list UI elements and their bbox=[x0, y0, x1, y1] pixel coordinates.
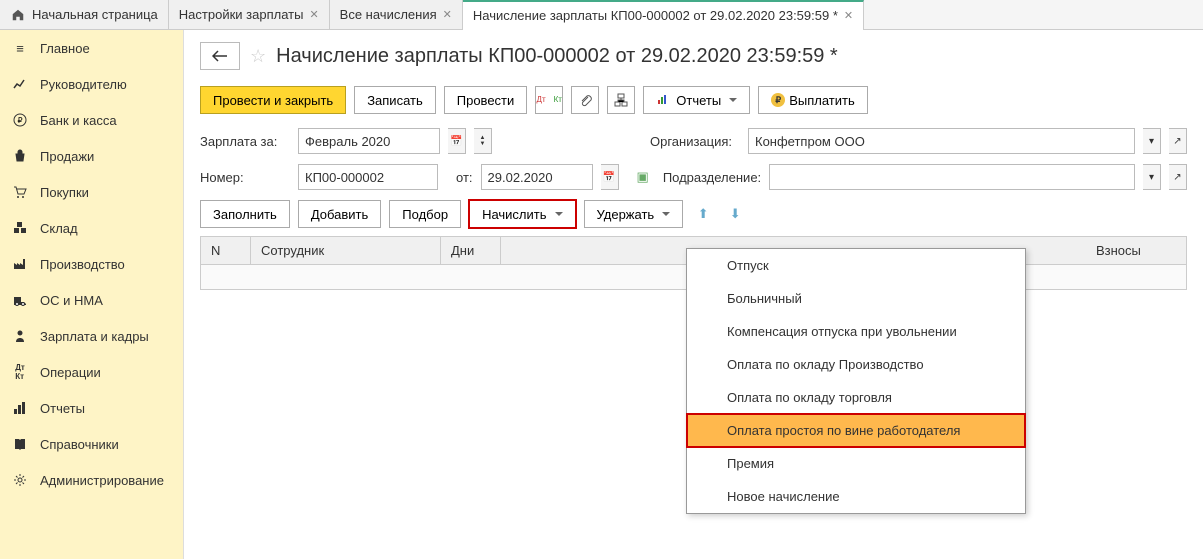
post-button[interactable]: Провести bbox=[444, 86, 528, 114]
open-icon[interactable]: ↗ bbox=[1169, 164, 1187, 190]
bars-icon bbox=[12, 400, 28, 416]
tab-all-accruals[interactable]: Все начисления ✕ bbox=[330, 0, 463, 29]
dd-item-bonus[interactable]: Премия bbox=[687, 447, 1025, 480]
tab-payroll-doc[interactable]: Начисление зарплаты КП00-000002 от 29.02… bbox=[463, 0, 864, 29]
menu-icon: ≡ bbox=[12, 40, 28, 56]
dd-item-sick[interactable]: Больничный bbox=[687, 282, 1025, 315]
salary-for-label: Зарплата за: bbox=[200, 134, 290, 149]
dd-item-downtime[interactable]: Оплата простоя по вине работодателя bbox=[687, 414, 1025, 447]
sidebar-item-admin[interactable]: Администрирование bbox=[0, 462, 183, 498]
tab-label: Начисление зарплаты КП00-000002 от 29.02… bbox=[473, 8, 838, 23]
gear-icon bbox=[12, 472, 28, 488]
dropdown-icon[interactable]: ▾ bbox=[1143, 164, 1161, 190]
col-contrib[interactable]: Взносы bbox=[1086, 237, 1186, 264]
move-up-icon[interactable]: ⬆ bbox=[691, 202, 715, 226]
close-icon[interactable]: ✕ bbox=[443, 8, 452, 21]
svg-text:₽: ₽ bbox=[17, 116, 22, 125]
sidebar-item-main[interactable]: ≡Главное bbox=[0, 30, 183, 66]
pay-button[interactable]: ₽Выплатить bbox=[758, 86, 868, 114]
back-button[interactable] bbox=[200, 42, 240, 70]
ruble-icon: ₽ bbox=[12, 112, 28, 128]
dtkt-button[interactable]: ДтКт bbox=[535, 86, 563, 114]
bag-icon bbox=[12, 148, 28, 164]
tab-label: Настройки зарплаты bbox=[179, 7, 304, 22]
attach-button[interactable] bbox=[571, 86, 599, 114]
book-icon bbox=[12, 436, 28, 452]
sidebar-item-assets[interactable]: ОС и НМА bbox=[0, 282, 183, 318]
sidebar: ≡Главное Руководителю ₽Банк и касса Прод… bbox=[0, 30, 184, 559]
number-label: Номер: bbox=[200, 170, 290, 185]
chart-icon bbox=[12, 76, 28, 92]
sidebar-item-bank[interactable]: ₽Банк и касса bbox=[0, 102, 183, 138]
tab-home[interactable]: Начальная страница bbox=[0, 0, 169, 29]
dd-item-salary-trade[interactable]: Оплата по окладу торговля bbox=[687, 381, 1025, 414]
boxes-icon bbox=[12, 220, 28, 236]
sidebar-item-operations[interactable]: ДтКтОперации bbox=[0, 354, 183, 390]
org-input[interactable]: Конфетпром ООО bbox=[748, 128, 1135, 154]
doc-icon: ▣ bbox=[637, 169, 649, 185]
sidebar-item-sales[interactable]: Продажи bbox=[0, 138, 183, 174]
move-down-icon[interactable]: ⬇ bbox=[723, 202, 747, 226]
open-icon[interactable]: ↗ bbox=[1169, 128, 1187, 154]
accrue-dropdown: Отпуск Больничный Компенсация отпуска пр… bbox=[686, 248, 1026, 514]
dept-label: Подразделение: bbox=[663, 170, 761, 185]
favorite-icon[interactable]: ☆ bbox=[250, 46, 266, 67]
salary-for-input[interactable]: Февраль 2020 bbox=[298, 128, 440, 154]
date-input[interactable]: 29.02.2020 bbox=[481, 164, 593, 190]
truck-icon bbox=[12, 292, 28, 308]
factory-icon bbox=[12, 256, 28, 272]
calendar-icon[interactable]: 📅 bbox=[601, 164, 619, 190]
cart-icon bbox=[12, 184, 28, 200]
person-icon bbox=[12, 328, 28, 344]
tab-salary-settings[interactable]: Настройки зарплаты ✕ bbox=[169, 0, 330, 29]
close-icon[interactable]: ✕ bbox=[309, 8, 318, 21]
ruble-icon: ₽ bbox=[771, 93, 785, 107]
sidebar-item-warehouse[interactable]: Склад bbox=[0, 210, 183, 246]
col-employee[interactable]: Сотрудник bbox=[251, 237, 441, 264]
dd-item-salary-prod[interactable]: Оплата по окладу Производство bbox=[687, 348, 1025, 381]
sidebar-item-hr[interactable]: Зарплата и кадры bbox=[0, 318, 183, 354]
sidebar-item-manager[interactable]: Руководителю bbox=[0, 66, 183, 102]
dd-item-compensation[interactable]: Компенсация отпуска при увольнении bbox=[687, 315, 1025, 348]
reports-button[interactable]: Отчеты bbox=[643, 86, 750, 114]
structure-button[interactable] bbox=[607, 86, 635, 114]
from-label: от: bbox=[456, 170, 473, 185]
fill-button[interactable]: Заполнить bbox=[200, 200, 290, 228]
dropdown-icon[interactable]: ▾ bbox=[1143, 128, 1161, 154]
tab-bar: Начальная страница Настройки зарплаты ✕ … bbox=[0, 0, 1203, 30]
add-button[interactable]: Добавить bbox=[298, 200, 381, 228]
content-area: ☆ Начисление зарплаты КП00-000002 от 29.… bbox=[184, 30, 1203, 559]
sidebar-item-production[interactable]: Производство bbox=[0, 246, 183, 282]
tab-label: Все начисления bbox=[340, 7, 437, 22]
number-input[interactable]: КП00-000002 bbox=[298, 164, 438, 190]
close-icon[interactable]: ✕ bbox=[844, 9, 853, 22]
spinner-icon[interactable]: ▲▼ bbox=[474, 128, 492, 154]
sidebar-item-purchases[interactable]: Покупки bbox=[0, 174, 183, 210]
sidebar-item-catalogs[interactable]: Справочники bbox=[0, 426, 183, 462]
pick-button[interactable]: Подбор bbox=[389, 200, 461, 228]
tab-label: Начальная страница bbox=[32, 7, 158, 22]
col-n[interactable]: N bbox=[201, 237, 251, 264]
page-title: Начисление зарплаты КП00-000002 от 29.02… bbox=[276, 45, 838, 68]
post-and-close-button[interactable]: Провести и закрыть bbox=[200, 86, 346, 114]
dd-item-new[interactable]: Новое начисление bbox=[687, 480, 1025, 513]
home-icon bbox=[10, 7, 26, 23]
dtkt-icon: ДтКт bbox=[12, 364, 28, 380]
calendar-icon[interactable]: 📅 bbox=[448, 128, 466, 154]
withhold-button[interactable]: Удержать bbox=[584, 200, 684, 228]
dd-item-vacation[interactable]: Отпуск bbox=[687, 249, 1025, 282]
sidebar-item-reports[interactable]: Отчеты bbox=[0, 390, 183, 426]
org-label: Организация: bbox=[650, 134, 740, 149]
save-button[interactable]: Записать bbox=[354, 86, 436, 114]
col-days[interactable]: Дни bbox=[441, 237, 501, 264]
accrue-button[interactable]: Начислить bbox=[469, 200, 575, 228]
dept-input[interactable] bbox=[769, 164, 1135, 190]
